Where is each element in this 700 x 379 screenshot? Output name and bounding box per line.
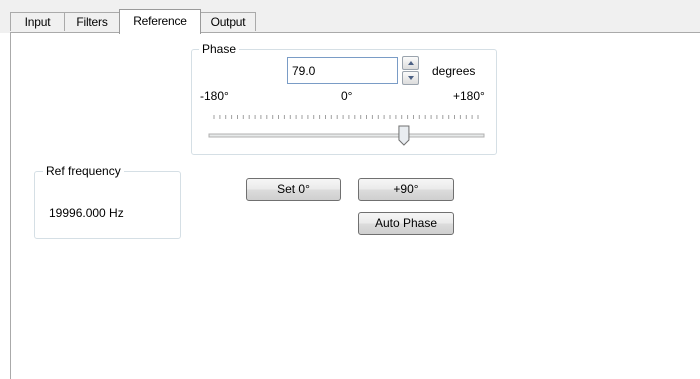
phase-increment-button[interactable] [402,56,419,70]
phase-decrement-button[interactable] [402,71,419,85]
phase-group-title: Phase [199,42,240,56]
phase-value-input[interactable] [287,57,398,84]
auto-phase-button[interactable]: Auto Phase [358,212,454,235]
tab-filters[interactable]: Filters [64,12,120,31]
arrow-down-icon [407,76,414,80]
plus-ninety-button[interactable]: +90° [358,178,454,201]
slider-thumb[interactable] [398,125,410,146]
tab-output[interactable]: Output [200,12,256,31]
ref-frequency-group [34,171,181,239]
ref-frequency-value: 19996.000 Hz [49,206,124,220]
ref-frequency-title: Ref frequency [43,164,124,178]
slider-ticks [213,115,479,119]
phase-slider[interactable] [202,112,492,146]
phase-spinner [402,56,419,86]
tab-strip: Input Filters Reference Output [0,0,700,34]
tab-reference[interactable]: Reference [119,9,201,34]
scale-min-label: -180° [200,89,229,103]
arrow-up-icon [407,61,414,65]
set-zero-button[interactable]: Set 0° [246,178,341,201]
scale-mid-label: 0° [341,89,353,103]
tab-input[interactable]: Input [10,12,65,31]
phase-unit-label: degrees [432,64,476,78]
slider-track [208,133,485,138]
scale-max-label: +180° [453,89,485,103]
